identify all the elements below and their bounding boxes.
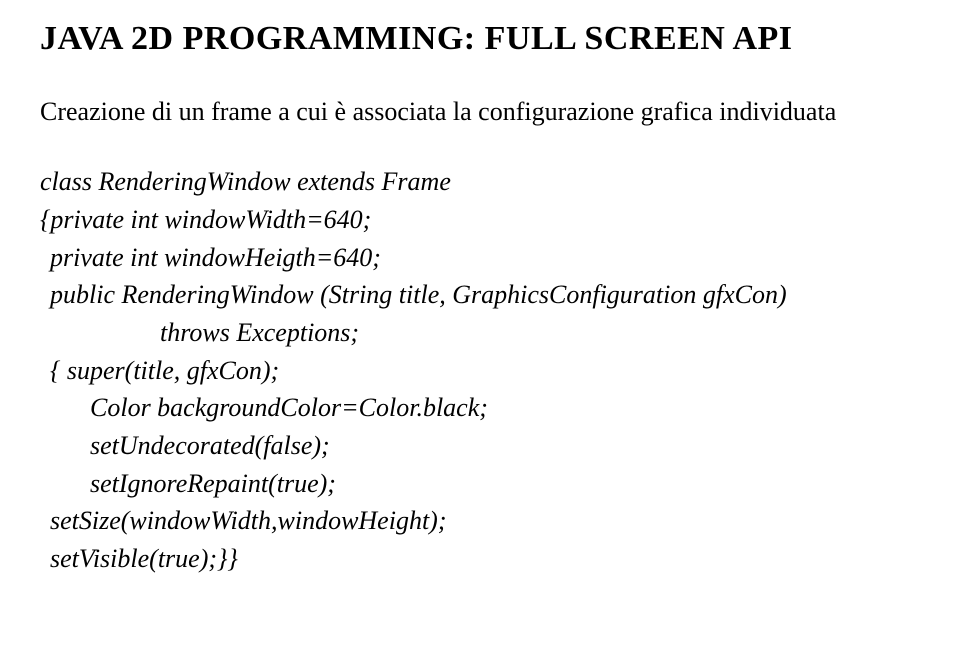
code-block: class RenderingWindow extends Frame {pri… bbox=[40, 163, 930, 578]
code-line: setSize(windowWidth,windowHeight); bbox=[40, 502, 930, 540]
intro-paragraph: Creazione di un frame a cui è associata … bbox=[40, 96, 930, 127]
code-line: throws Exceptions; bbox=[40, 314, 930, 352]
code-line: class RenderingWindow extends Frame bbox=[40, 163, 930, 201]
page-title: JAVA 2D PROGRAMMING: FULL SCREEN API bbox=[40, 20, 930, 58]
code-line: setUndecorated(false); bbox=[40, 427, 930, 465]
code-line: Color backgroundColor=Color.black; bbox=[40, 389, 930, 427]
document-page: JAVA 2D PROGRAMMING: FULL SCREEN API Cre… bbox=[0, 0, 960, 660]
code-line: { super(title, gfxCon); bbox=[40, 352, 930, 390]
code-line: public RenderingWindow (String title, Gr… bbox=[40, 276, 930, 314]
code-line: private int windowHeigth=640; bbox=[40, 239, 930, 277]
code-line: setVisible(true);}} bbox=[40, 540, 930, 578]
code-line: {private int windowWidth=640; bbox=[40, 201, 930, 239]
code-line: setIgnoreRepaint(true); bbox=[40, 465, 930, 503]
